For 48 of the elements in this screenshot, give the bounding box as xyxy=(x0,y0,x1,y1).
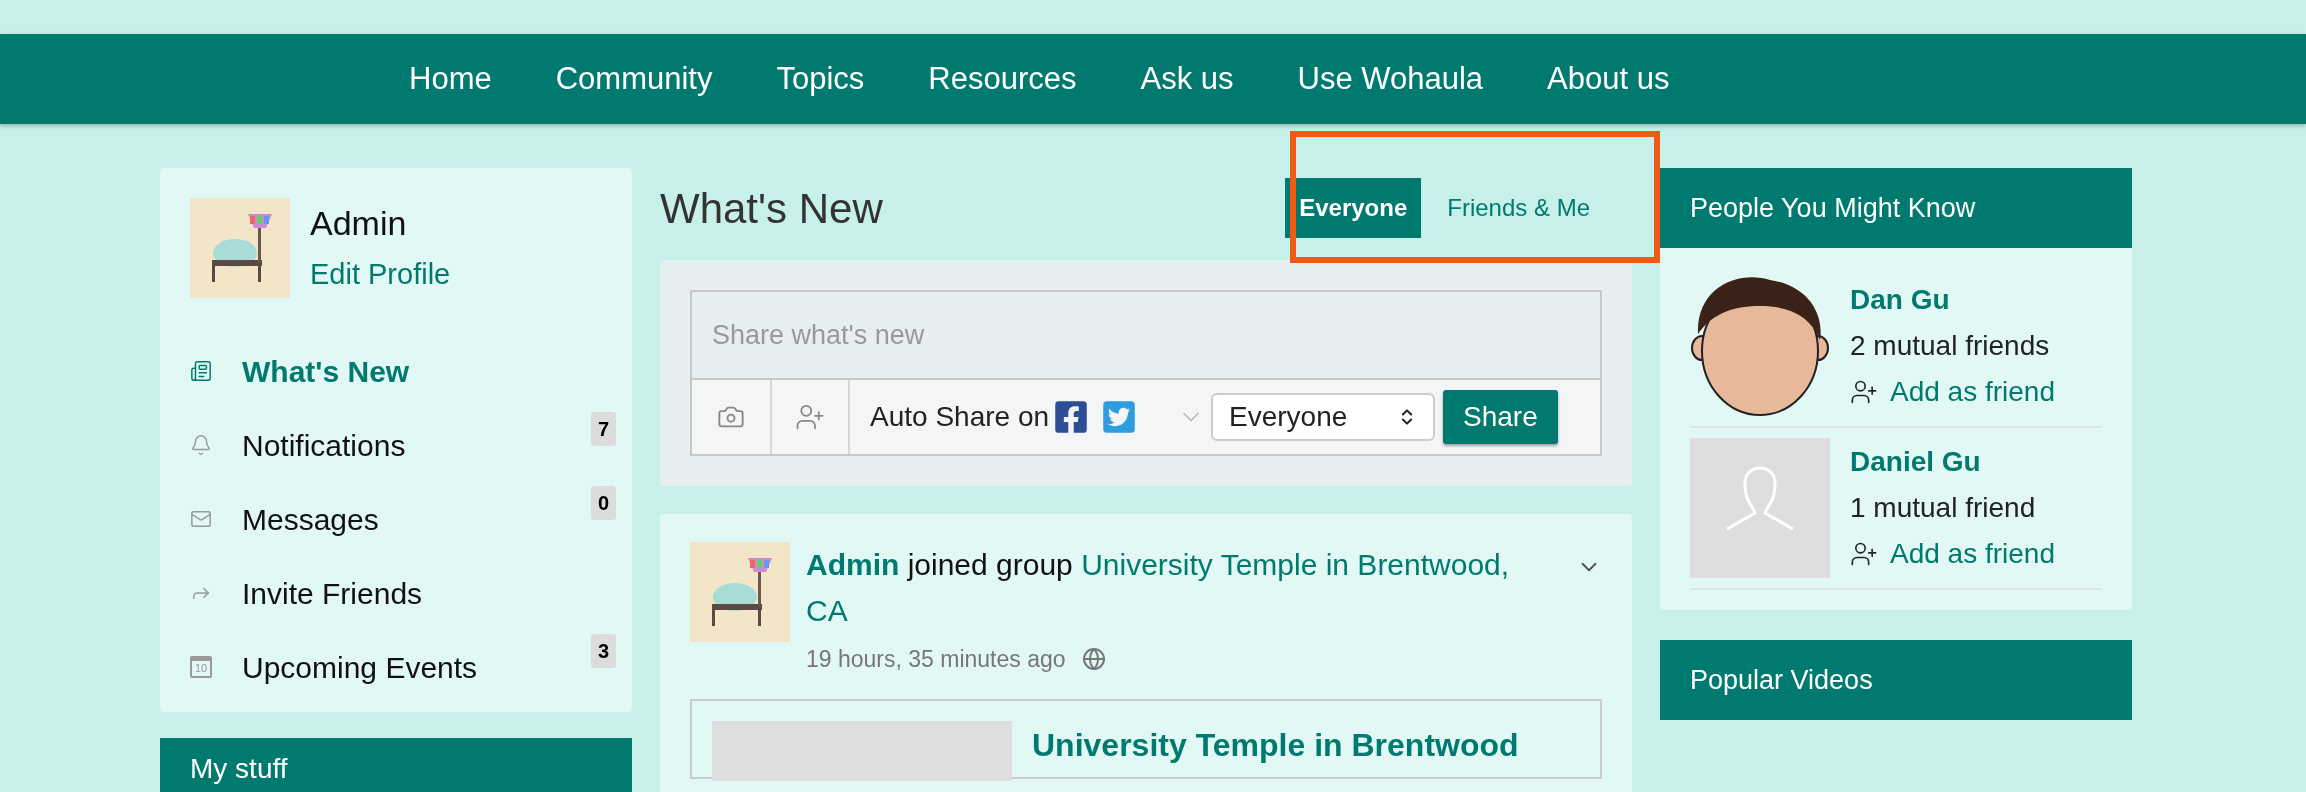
count-badge: 7 xyxy=(590,412,616,446)
bell-icon xyxy=(190,434,212,456)
count-badge: 3 xyxy=(590,634,616,668)
newspaper-icon xyxy=(190,360,212,382)
nav-link[interactable]: Home xyxy=(409,55,492,103)
auto-share-label: Auto Share on xyxy=(870,400,1050,434)
section-title: Popular Videos xyxy=(1690,663,1873,697)
count-badge: 0 xyxy=(590,486,616,520)
add-person-icon xyxy=(1850,540,1878,568)
actor-link[interactable]: Admin xyxy=(806,548,900,581)
section-title: People You Might Know xyxy=(1690,191,1976,225)
filter-tab[interactable]: Everyone xyxy=(1285,178,1422,238)
activity-text: Admin joined group University Temple in Brentwood, CA xyxy=(806,547,1511,629)
add-person-icon xyxy=(795,402,825,432)
timestamp: 19 hours, 35 minutes ago xyxy=(806,645,1066,674)
sidebar-item[interactable]: Upcoming Events xyxy=(242,644,478,690)
nav-link[interactable]: Topics xyxy=(776,55,865,103)
nav-link[interactable]: Use Wohaula xyxy=(1297,55,1484,103)
bird-icon[interactable] xyxy=(1101,399,1138,435)
nav-link[interactable]: Community xyxy=(555,55,713,103)
link-title[interactable]: University Temple in Brentwood xyxy=(1032,720,1519,777)
add-friend-link[interactable]: Add as friend xyxy=(1850,533,2055,575)
calendar-icon: 10 xyxy=(190,656,212,678)
share-button[interactable]: Share xyxy=(1443,390,1558,444)
audience-select[interactable]: Everyone xyxy=(1211,393,1436,441)
sidebar-item[interactable]: Notifications xyxy=(242,422,406,468)
edit-profile-link[interactable]: Edit Profile xyxy=(310,253,451,297)
nav-link[interactable]: About us xyxy=(1547,55,1670,103)
globe-icon xyxy=(1081,647,1106,672)
nav-link[interactable]: Ask us xyxy=(1140,55,1234,103)
sidebar-item[interactable]: What's New xyxy=(242,348,410,394)
avatar-placeholder-icon xyxy=(1690,438,1830,578)
post-input-field[interactable]: Share what's new xyxy=(690,290,1602,380)
page-title: What's New xyxy=(660,183,883,234)
facebook-icon[interactable] xyxy=(1053,399,1090,435)
profile-name: Admin xyxy=(310,203,408,244)
person-name[interactable]: Dan Gu xyxy=(1850,279,2055,321)
mutual-friends-count: 2 mutual friends xyxy=(1850,329,2051,363)
section-title: My stuff xyxy=(190,753,288,784)
sidebar-item[interactable]: Invite Friends xyxy=(242,570,423,616)
filter-tab[interactable]: Friends & Me xyxy=(1433,178,1604,238)
add-friend-link[interactable]: Add as friend xyxy=(1850,371,2055,413)
mutual-friends-count: 1 mutual friend xyxy=(1850,491,2037,525)
person-name[interactable]: Daniel Gu xyxy=(1850,441,2055,483)
sidebar-item[interactable]: Messages xyxy=(242,496,379,542)
nav-link[interactable]: Resources xyxy=(928,55,1077,103)
envelope-icon xyxy=(190,508,212,530)
add-person-icon xyxy=(1850,378,1878,406)
